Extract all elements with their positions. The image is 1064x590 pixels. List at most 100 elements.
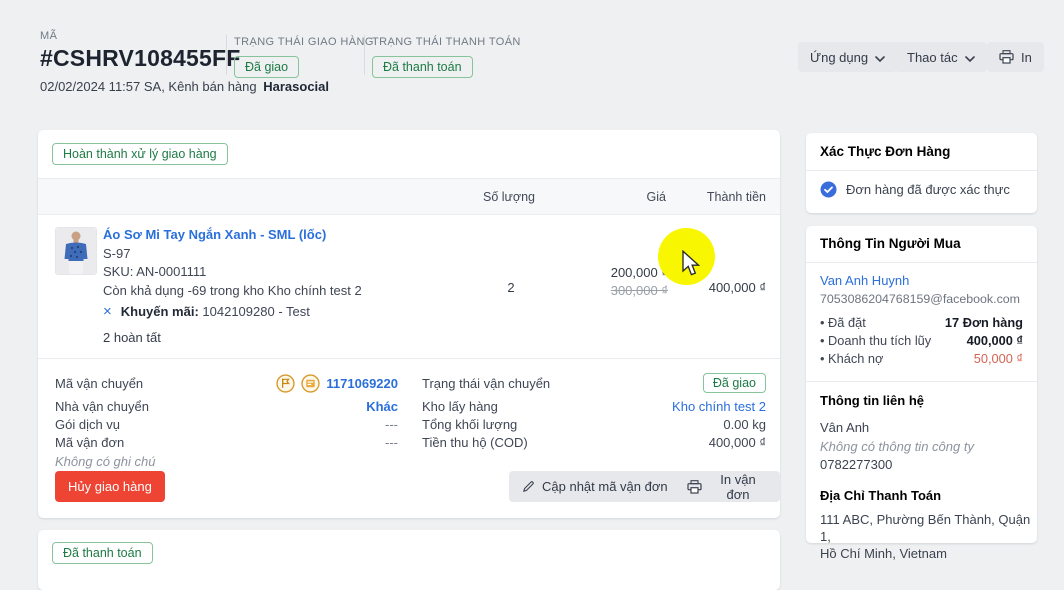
product-variant: S-97 xyxy=(103,245,131,261)
shipping-row-label: Mã vận chuyển xyxy=(55,375,144,391)
product-photo xyxy=(56,228,96,274)
shipping-row: Tiền thu hộ (COD) 400,000 ₫ xyxy=(422,434,766,451)
col-quantity: Số lượng xyxy=(482,190,535,204)
col-price: Giá xyxy=(646,190,666,204)
promo-value: 1042109280 - Test xyxy=(202,304,310,319)
shipping-row: Kho lấy hàng Kho chính test 2 xyxy=(422,398,766,415)
update-tracking-button[interactable]: Cập nhật mã vận đơn xyxy=(509,471,681,502)
stat-value-debt: 50,000 ₫ xyxy=(973,351,1023,366)
print-button[interactable]: In xyxy=(987,42,1044,72)
service-package-value: --- xyxy=(385,417,398,432)
remove-promo-icon[interactable]: × xyxy=(103,304,112,319)
product-sku: SKU: AN-0001111 xyxy=(103,264,207,279)
verified-text: Đơn hàng đã được xác thực xyxy=(846,182,1010,197)
fulfilled-note: 2 hoàn tất xyxy=(103,329,161,345)
carrier-value: Khác xyxy=(366,399,398,414)
contact-phone: 0782277300 xyxy=(820,457,893,472)
cod-amount-value: 400,000 ₫ xyxy=(708,435,766,450)
shipping-row-label: Mã vận đơn xyxy=(55,435,125,450)
shipping-row-label: Tổng khối lượng xyxy=(422,417,518,432)
order-meta: 02/02/2024 11:57 SA, Kênh bán hàng Haras… xyxy=(40,79,329,94)
buyer-name-link[interactable]: Van Anh Huynh xyxy=(820,273,909,288)
apps-button[interactable]: Ứng dụng xyxy=(798,42,898,72)
header-divider-1 xyxy=(226,35,227,75)
verified-row: Đơn hàng đã được xác thực xyxy=(820,181,1010,198)
sales-channel: Harasocial xyxy=(263,79,330,94)
card-divider xyxy=(806,262,1037,263)
fulfillment-status-badge: Hoàn thành xử lý giao hàng xyxy=(52,143,228,165)
tracking-number-link[interactable]: 1171069220 xyxy=(326,376,398,391)
fulfillment-card: Hoàn thành xử lý giao hàng Số lượng Giá … xyxy=(38,130,780,518)
billing-address-line1: 111 ABC, Phường Bến Thành, Quận 1, xyxy=(820,512,1031,544)
pencil-icon xyxy=(522,480,535,493)
cancel-delivery-button[interactable]: Hủy giao hàng xyxy=(55,471,165,502)
verification-title: Xác Thực Đơn Hàng xyxy=(820,144,951,159)
product-quantity: 2 xyxy=(507,280,515,295)
update-tracking-label: Cập nhật mã vận đơn xyxy=(542,479,668,494)
shipping-status-badge: Đã giao xyxy=(234,56,300,78)
pickup-warehouse-link[interactable]: Kho chính test 2 xyxy=(672,399,766,414)
printer-icon xyxy=(687,479,702,494)
shipping-row-label: Gói dịch vụ xyxy=(55,417,121,432)
shipping-row: Nhà vận chuyển Khác xyxy=(55,398,398,415)
stat-value: 17 Đơn hàng xyxy=(944,315,1023,330)
shipping-row-label: Nhà vận chuyển xyxy=(55,399,149,414)
shipping-row: Mã vận chuyển 1171069220 xyxy=(55,371,398,395)
company-note: Không có thông tin công ty xyxy=(820,439,974,454)
stat-label: Khách nợ xyxy=(820,350,883,368)
product-availability: Còn khả dụng -69 trong kho Kho chính tes… xyxy=(103,282,362,298)
contact-name: Vân Anh xyxy=(820,420,870,435)
shipping-row: Trạng thái vận chuyển Đã giao xyxy=(422,371,766,395)
cancel-delivery-label: Hủy giao hàng xyxy=(68,479,152,494)
print-label-button[interactable]: In vận đơn xyxy=(674,471,780,502)
promo-row: × Khuyến mãi: 1042109280 - Test xyxy=(103,303,362,322)
chevron-down-icon xyxy=(964,50,975,65)
shipping-row: Tổng khối lượng 0.00 kg xyxy=(422,416,766,433)
delivery-status-badge: Đã giao xyxy=(702,373,766,393)
printer-icon xyxy=(999,50,1014,64)
billing-title: Địa Chỉ Thanh Toán xyxy=(820,488,942,503)
print-button-label: In xyxy=(1021,49,1032,65)
stat-row: Khách nợ 50,000 ₫ xyxy=(820,350,1023,368)
product-line-total: 400,000 ₫ xyxy=(708,280,766,295)
no-note-text: Không có ghi chú xyxy=(55,454,156,469)
waybill-value: --- xyxy=(385,435,398,450)
track-flag-icon[interactable] xyxy=(276,373,296,393)
buyer-card: Thông Tin Người Mua Van Anh Huynh 705308… xyxy=(806,226,1037,561)
section-divider xyxy=(38,358,780,359)
shipping-row-label: Kho lấy hàng xyxy=(422,399,498,414)
card-divider xyxy=(806,381,1037,382)
stat-label: Đã đặt xyxy=(820,314,866,332)
total-weight-value: 0.00 kg xyxy=(723,417,766,432)
verified-check-icon xyxy=(820,181,837,198)
stat-row: Đã đặt 17 Đơn hàng xyxy=(820,314,1023,332)
buyer-stats: Đã đặt 17 Đơn hàng Doanh thu tích lũy 40… xyxy=(820,314,1023,368)
actions-button-label: Thao tác xyxy=(907,49,958,65)
shipping-row-label: Trạng thái vận chuyển xyxy=(422,375,551,391)
product-price-cell: 200,000 ₫ 300,000 ₫ xyxy=(611,265,668,298)
verification-card: Xác Thực Đơn Hàng Đơn hàng đã được xác t… xyxy=(806,133,1037,213)
billing-address: 111 ABC, Phường Bến Thành, Quận 1, Hồ Ch… xyxy=(820,511,1037,562)
shipping-row: Gói dịch vụ --- xyxy=(55,416,398,433)
card-divider xyxy=(806,170,1037,171)
order-created: 02/02/2024 11:57 SA, Kênh bán hàng xyxy=(40,79,257,94)
mouse-cursor-icon xyxy=(681,249,701,282)
actions-button[interactable]: Thao tác xyxy=(895,42,987,72)
payment-status-col: TRẠNG THÁI THANH TOÁN Đã thanh toán xyxy=(372,36,521,78)
paid-status-badge: Đã thanh toán xyxy=(52,542,153,564)
payment-status-badge: Đã thanh toán xyxy=(372,56,473,78)
shipping-row-label: Tiền thu hộ (COD) xyxy=(422,435,528,450)
product-name-link[interactable]: Áo Sơ Mi Tay Ngắn Xanh - SML (lốc) xyxy=(103,227,326,242)
shipping-info-right: Trạng thái vận chuyển Đã giao Kho lấy hà… xyxy=(422,371,766,452)
shipping-info-left: Mã vận chuyển 1171069220 Nhà vận chuyển … xyxy=(55,371,398,469)
print-label-label: In vận đơn xyxy=(720,471,756,502)
product-compare-price: 300,000 ₫ xyxy=(610,283,668,298)
payment-card: Đã thanh toán xyxy=(38,530,780,590)
track-ticket-icon[interactable] xyxy=(301,373,321,393)
buyer-title: Thông Tin Người Mua xyxy=(820,236,961,251)
shipping-status-label: TRẠNG THÁI GIAO HÀNG xyxy=(234,36,374,48)
header-divider-2 xyxy=(364,35,365,75)
buyer-email: 7053086204768159@facebook.com xyxy=(820,292,1020,306)
col-total: Thành tiền xyxy=(706,190,766,204)
billing-address-line2: Hồ Chí Minh, Vietnam xyxy=(820,546,947,561)
